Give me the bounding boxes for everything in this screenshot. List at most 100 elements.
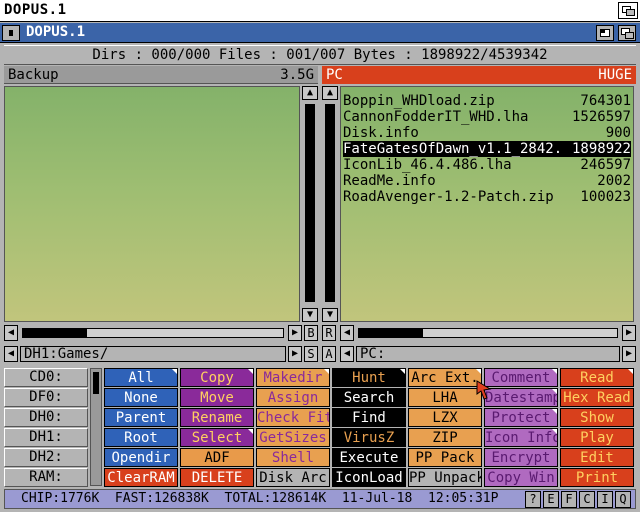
- left-scroll-knob[interactable]: [305, 104, 315, 302]
- left-lister-header[interactable]: Backup 3.5G: [4, 66, 318, 84]
- scroll-left-icon[interactable]: ◀: [4, 325, 18, 341]
- button-find[interactable]: Find: [332, 408, 406, 427]
- quit-button[interactable]: Q: [615, 491, 631, 508]
- button-edit[interactable]: Edit: [560, 448, 634, 467]
- button-makedir[interactable]: Makedir: [256, 368, 330, 387]
- drive-scroll-knob[interactable]: [93, 372, 99, 394]
- file-row[interactable]: ReadMe.info 2002: [343, 173, 631, 189]
- close-icon[interactable]: [2, 25, 20, 41]
- drive-button-df0[interactable]: DF0:: [4, 388, 88, 407]
- button-arc-ext[interactable]: Arc Ext.: [408, 368, 482, 387]
- file-row[interactable]: CannonFodderIT_WHD.lha 1526597: [343, 109, 631, 125]
- button-none[interactable]: None: [104, 388, 178, 407]
- button-read[interactable]: Read: [560, 368, 634, 387]
- file-row[interactable]: IconLib_46.4.486.lha 246597: [343, 157, 631, 173]
- drive-button-dh0[interactable]: DH0:: [4, 408, 88, 427]
- right-horizontal-scrollbar[interactable]: ◀ ▶: [340, 324, 636, 342]
- right-hscroll-track[interactable]: [358, 328, 618, 338]
- button-pp-unpack[interactable]: PP Unpack: [408, 468, 482, 487]
- drive-button-dh1[interactable]: DH1:: [4, 428, 88, 447]
- right-scroll-knob[interactable]: [325, 104, 335, 302]
- right-path-bar[interactable]: ◀ PC: ▶: [340, 345, 636, 363]
- right-vertical-scrollbar[interactable]: ▲ ▼: [322, 86, 338, 322]
- scroll-left-icon[interactable]: ◀: [340, 325, 354, 341]
- button-check-fit[interactable]: Check Fit: [256, 408, 330, 427]
- button-parent[interactable]: Parent: [104, 408, 178, 427]
- button-copy-win[interactable]: Copy Win: [484, 468, 558, 487]
- button-print[interactable]: Print: [560, 468, 634, 487]
- button-protect[interactable]: Protect: [484, 408, 558, 427]
- c-button[interactable]: C: [579, 491, 595, 508]
- left-horizontal-scrollbar[interactable]: ◀ ▶: [4, 324, 302, 342]
- scroll-right-icon[interactable]: ▶: [622, 325, 636, 341]
- drive-button-cd0[interactable]: CD0:: [4, 368, 88, 387]
- button-show[interactable]: Show: [560, 408, 634, 427]
- path-left-icon[interactable]: ◀: [340, 346, 354, 362]
- help-button[interactable]: ?: [525, 491, 541, 508]
- buffer-button-s[interactable]: S: [304, 346, 318, 362]
- button-clearram[interactable]: ClearRAM: [104, 468, 178, 487]
- drive-button-dh2[interactable]: DH2:: [4, 448, 88, 467]
- button-select[interactable]: Select: [180, 428, 254, 447]
- button-icon-info[interactable]: Icon Info: [484, 428, 558, 447]
- button-lha[interactable]: LHA: [408, 388, 482, 407]
- button-execute[interactable]: Execute: [332, 448, 406, 467]
- button-pp-pack[interactable]: PP Pack: [408, 448, 482, 467]
- button-delete[interactable]: DELETE: [180, 468, 254, 487]
- button-root[interactable]: Root: [104, 428, 178, 447]
- scroll-up-icon[interactable]: ▲: [322, 86, 338, 100]
- file-row-selected[interactable]: FateGatesOfDawn_v1.1_2842. 1898922: [343, 141, 631, 157]
- left-hscroll-track[interactable]: [22, 328, 284, 338]
- button-search[interactable]: Search: [332, 388, 406, 407]
- button-lzx[interactable]: LZX: [408, 408, 482, 427]
- left-hscroll-knob[interactable]: [23, 329, 87, 337]
- button-datestamp[interactable]: Datestamp: [484, 388, 558, 407]
- button-rename[interactable]: Rename: [180, 408, 254, 427]
- right-file-list[interactable]: Boppin_WHDload.zip 764301 CannonFodderIT_…: [340, 86, 634, 322]
- scroll-right-icon[interactable]: ▶: [288, 325, 302, 341]
- file-row[interactable]: Disk.info 900: [343, 125, 631, 141]
- path-right-icon[interactable]: ▶: [288, 346, 302, 362]
- button-shell[interactable]: Shell: [256, 448, 330, 467]
- button-adf[interactable]: ADF: [180, 448, 254, 467]
- drive-scrollbar[interactable]: [90, 368, 102, 486]
- f-button[interactable]: F: [561, 491, 577, 508]
- depth-icon[interactable]: [618, 25, 636, 41]
- button-getsizes[interactable]: GetSizes: [256, 428, 330, 447]
- buffer-button-r[interactable]: R: [322, 325, 336, 341]
- left-path-bar[interactable]: ◀ DH1:Games/ ▶: [4, 345, 302, 363]
- button-disk-arc[interactable]: Disk Arc: [256, 468, 330, 487]
- right-lister-header[interactable]: PC HUGE: [322, 66, 636, 84]
- e-button[interactable]: E: [543, 491, 559, 508]
- file-row[interactable]: Boppin_WHDload.zip 764301: [343, 93, 631, 109]
- button-play[interactable]: Play: [560, 428, 634, 447]
- button-hex-read[interactable]: Hex Read: [560, 388, 634, 407]
- button-copy[interactable]: Copy: [180, 368, 254, 387]
- screen-depth-icon[interactable]: [618, 2, 638, 19]
- left-path-field[interactable]: DH1:Games/: [20, 346, 286, 362]
- button-comment[interactable]: Comment: [484, 368, 558, 387]
- button-virusz[interactable]: VirusZ: [332, 428, 406, 447]
- drive-button-ram[interactable]: RAM:: [4, 468, 88, 487]
- i-button[interactable]: I: [597, 491, 613, 508]
- button-hunt[interactable]: Hunt: [332, 368, 406, 387]
- path-right-icon[interactable]: ▶: [622, 346, 636, 362]
- buffer-button-b[interactable]: B: [304, 325, 318, 341]
- path-left-icon[interactable]: ◀: [4, 346, 18, 362]
- button-all[interactable]: All: [104, 368, 178, 387]
- button-iconload[interactable]: IconLoad: [332, 468, 406, 487]
- button-assign[interactable]: Assign: [256, 388, 330, 407]
- button-move[interactable]: Move: [180, 388, 254, 407]
- scroll-up-icon[interactable]: ▲: [302, 86, 318, 100]
- file-row[interactable]: RoadAvenger-1.2-Patch.zip 100023: [343, 189, 631, 205]
- left-vertical-scrollbar[interactable]: ▲ ▼: [302, 86, 318, 322]
- zoom-icon[interactable]: [596, 25, 614, 41]
- left-file-list[interactable]: [4, 86, 300, 322]
- right-path-field[interactable]: PC:: [356, 346, 620, 362]
- buffer-button-a[interactable]: A: [322, 346, 336, 362]
- scroll-down-icon[interactable]: ▼: [302, 308, 318, 322]
- button-encrypt[interactable]: Encrypt: [484, 448, 558, 467]
- right-hscroll-knob[interactable]: [359, 329, 423, 337]
- button-opendir[interactable]: Opendir: [104, 448, 178, 467]
- button-zip[interactable]: ZIP: [408, 428, 482, 447]
